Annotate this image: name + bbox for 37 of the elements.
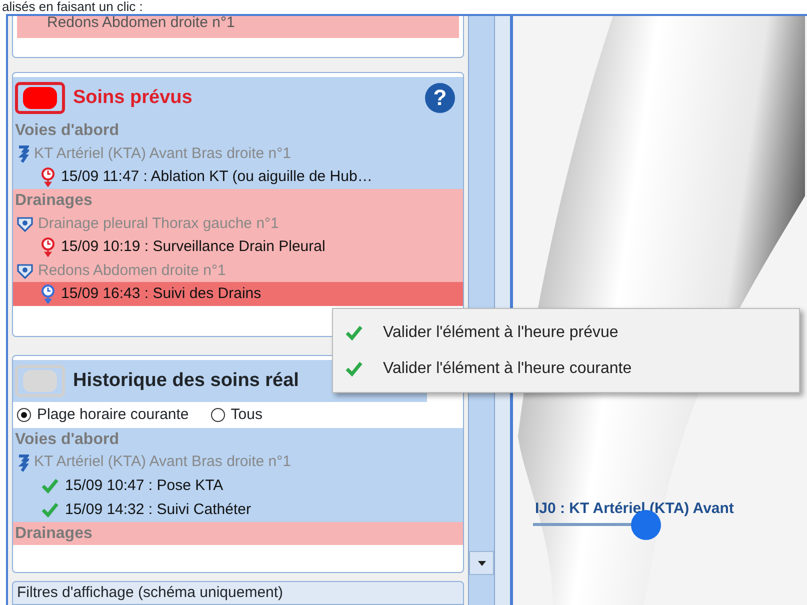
- drain-icon: [17, 262, 33, 279]
- scroll-down-button[interactable]: [469, 551, 494, 575]
- care-item[interactable]: 15/09 16:43 : Suivi des Drains: [13, 282, 463, 306]
- check-icon: [345, 325, 363, 341]
- check-icon: [41, 478, 59, 494]
- panel-title: Soins prévus: [73, 86, 192, 110]
- group-title: Drainages: [14, 191, 94, 212]
- catheter-icon: [17, 454, 29, 472]
- care-item[interactable]: 15/09 11:47 : Ablation KT (ou aiguille de Hub…: [13, 165, 463, 190]
- list-item: Redons Abdomen droite n°1: [17, 16, 459, 38]
- caption-text: alisés en faisant un clic :: [1, 0, 144, 14]
- panel-title: Historique des soins réal: [73, 368, 299, 393]
- group-title: Drainages: [14, 524, 94, 544]
- toggle-switch[interactable]: [15, 82, 65, 114]
- care-item[interactable]: 15/09 10:19 : Surveillance Drain Pleural: [13, 235, 463, 260]
- care-item[interactable]: 15/09 10:47 : Pose KTA: [13, 474, 463, 498]
- radio-option[interactable]: Tous: [210, 404, 262, 426]
- menu-item[interactable]: Valider l'élément à l'heure prévue: [333, 315, 799, 351]
- group-title: Voies d'abord: [14, 430, 120, 450]
- drain-icon: [17, 216, 33, 232]
- clock-icon: [41, 284, 55, 304]
- device-label: KT Artériel (KTA) Avant Bras droite n°1: [34, 144, 291, 164]
- care-item[interactable]: 15/09 14:32 : Suivi Cathéter: [13, 498, 463, 522]
- group-title: Voies d'abord: [14, 121, 120, 142]
- device-label: Drainage pleural Thorax gauche n°1: [38, 214, 279, 234]
- device-label: Redons Abdomen droite n°1: [38, 260, 226, 280]
- radio-option[interactable]: Plage horaire courante: [17, 404, 189, 426]
- menu-item[interactable]: Valider l'élément à l'heure courante: [333, 351, 799, 387]
- clock-icon: [41, 237, 55, 258]
- check-icon: [345, 361, 363, 377]
- help-button[interactable]: ?: [425, 83, 455, 114]
- filter-bar[interactable]: Filtres d'affichage (schéma uniquement): [12, 580, 464, 605]
- catheter-icon: [17, 144, 29, 163]
- clock-icon: [41, 167, 55, 188]
- device-label: KT Artériel (KTA) Avant Bras droite n°1: [34, 452, 291, 472]
- check-icon: [41, 502, 59, 518]
- caret-icon: [478, 560, 486, 566]
